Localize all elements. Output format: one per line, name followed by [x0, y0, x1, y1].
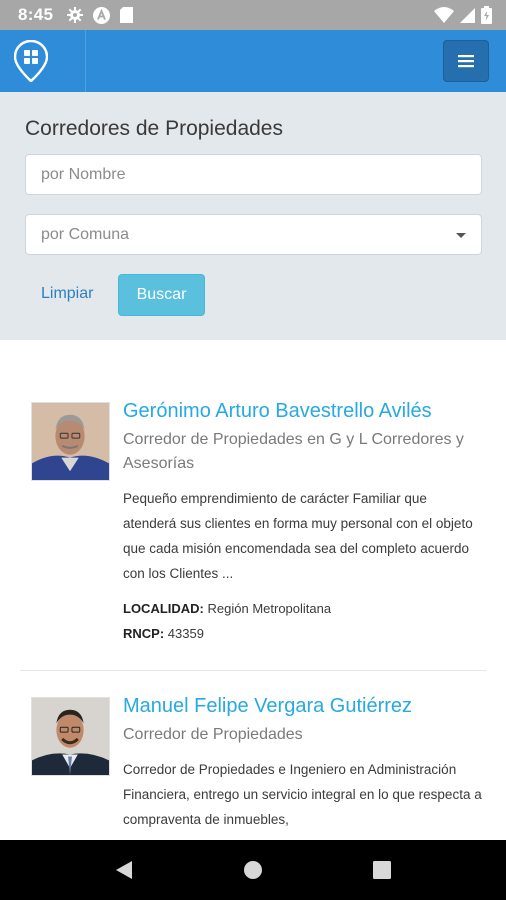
home-icon[interactable]	[242, 859, 264, 881]
caret-down-icon	[456, 233, 466, 238]
broker-description: Corredor de Propiedades e Ingeniero en A…	[123, 762, 482, 827]
recents-icon[interactable]	[371, 859, 393, 881]
commune-select-placeholder: por Comuna	[41, 225, 130, 243]
rncp-value: 43359	[167, 626, 204, 641]
back-icon[interactable]	[113, 859, 135, 881]
broker-role: Corredor de Propiedades en G y L Corredo…	[123, 431, 464, 472]
page-title: Corredores de Propiedades	[25, 117, 283, 140]
battery-icon	[481, 6, 492, 24]
status-bar: 8:45	[0, 0, 506, 30]
system-nav-bar	[0, 840, 506, 900]
search-panel: Corredores de Propiedades por Comuna Lim…	[0, 92, 506, 340]
sd-card-icon	[120, 7, 134, 23]
app-bar-divider	[85, 30, 86, 92]
location-value: Región Metropolitana	[207, 601, 332, 616]
clear-link[interactable]: Limpiar	[41, 285, 93, 303]
broker-rncp: RNCP: 43359	[123, 626, 204, 641]
name-search-input[interactable]	[25, 154, 482, 195]
broker-role: Corredor de Propiedades	[123, 726, 303, 743]
status-time: 8:45	[18, 5, 54, 24]
location-label: LOCALIDAD:	[123, 601, 204, 616]
settings-icon	[67, 7, 84, 23]
menu-button[interactable]	[443, 40, 489, 82]
broker-name[interactable]: Manuel Felipe Vergara Gutiérrez	[123, 695, 493, 718]
wifi-icon	[434, 7, 454, 23]
broker-name[interactable]: Gerónimo Arturo Bavestrello Avilés	[123, 400, 493, 423]
list-divider	[20, 670, 486, 671]
map-pin-grid-icon[interactable]	[14, 40, 48, 82]
broker-description: Pequeño emprendimiento de carácter Famil…	[123, 491, 473, 581]
app-bar	[0, 30, 506, 92]
a-letter-icon	[93, 6, 111, 24]
hamburger-icon	[458, 55, 474, 68]
avatar	[31, 402, 110, 481]
broker-location: LOCALIDAD: Región Metropolitana	[123, 601, 331, 616]
cell-signal-icon	[460, 7, 475, 23]
search-button[interactable]: Buscar	[118, 274, 205, 316]
rncp-label: RNCP:	[123, 626, 165, 641]
commune-select[interactable]: por Comuna	[25, 214, 482, 255]
avatar	[31, 697, 110, 776]
